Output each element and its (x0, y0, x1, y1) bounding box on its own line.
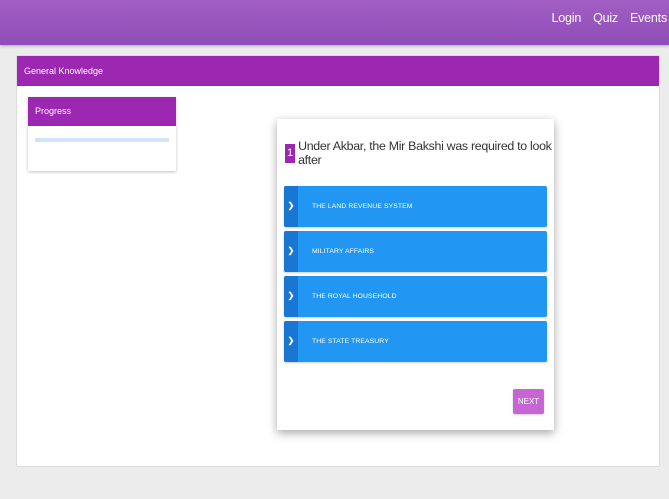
chevron-right-icon: ❯ (284, 276, 298, 317)
nav-events-link[interactable]: Events (630, 11, 667, 25)
answer-option-1[interactable]: ❯ THE LAND REVENUE SYSTEM (284, 186, 547, 227)
nav-menu: Login Quiz Events (539, 11, 667, 25)
question-header: 1 Under Akbar, the Mir Bakshi was requir… (285, 139, 554, 167)
question-number-badge: 1 (285, 143, 296, 163)
answer-option-label: THE STATE TREASURY (312, 338, 389, 345)
chevron-right-icon: ❯ (284, 186, 298, 227)
chevron-right-icon: ❯ (284, 231, 298, 272)
question-text: Under Akbar, the Mir Bakshi was required… (298, 139, 552, 167)
progress-title: Progress (28, 97, 176, 126)
top-navbar: Login Quiz Events (0, 0, 669, 45)
question-card: 1 Under Akbar, the Mir Bakshi was requir… (277, 119, 554, 430)
panel-title: General Knowledge (17, 56, 659, 86)
answer-options: ❯ THE LAND REVENUE SYSTEM ❯ MILITARY AFF… (284, 186, 547, 366)
answer-option-4[interactable]: ❯ THE STATE TREASURY (284, 321, 547, 362)
answer-option-label: THE LAND REVENUE SYSTEM (312, 203, 413, 210)
progress-bar (35, 138, 169, 142)
nav-login-link[interactable]: Login (551, 11, 581, 25)
answer-option-label: THE ROYAL HOUSEHOLD (312, 293, 397, 300)
nav-quiz-link[interactable]: Quiz (593, 11, 618, 25)
answer-option-3[interactable]: ❯ THE ROYAL HOUSEHOLD (284, 276, 547, 317)
progress-card: Progress (28, 97, 176, 171)
answer-option-2[interactable]: ❯ MILITARY AFFAIRS (284, 231, 547, 272)
chevron-right-icon: ❯ (284, 321, 298, 362)
next-button[interactable]: NEXT (513, 389, 544, 414)
quiz-panel: General Knowledge Progress 1 Under Akbar… (16, 55, 660, 467)
answer-option-label: MILITARY AFFAIRS (312, 248, 375, 255)
